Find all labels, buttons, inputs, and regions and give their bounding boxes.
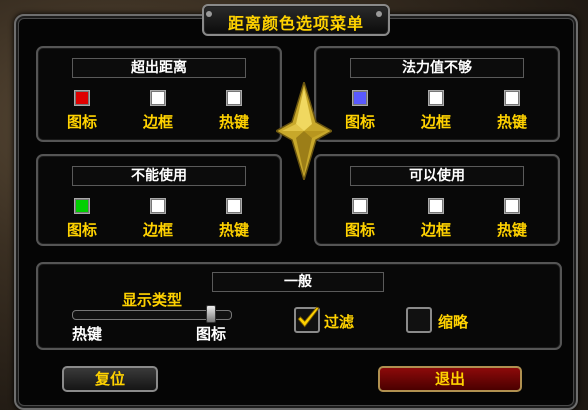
- option-label: 边框: [142, 221, 173, 239]
- option-label: 图标: [66, 221, 97, 239]
- color-swatch[interactable]: [428, 90, 444, 106]
- color-swatch[interactable]: [226, 90, 242, 106]
- option-icon[interactable]: 图标: [328, 90, 392, 132]
- option-label: 热键: [496, 221, 527, 239]
- color-swatch[interactable]: [74, 198, 90, 214]
- option-hotkey[interactable]: 热键: [480, 198, 544, 240]
- slider-left-label: 热键: [72, 325, 103, 343]
- color-swatch[interactable]: [150, 90, 166, 106]
- option-label: 边框: [142, 113, 173, 131]
- dialog-title: 距离颜色选项菜单: [227, 14, 364, 33]
- compact-label: 缩略: [438, 313, 469, 331]
- option-label: 边框: [420, 221, 451, 239]
- slider-right-label: 图标: [196, 325, 227, 343]
- option-hotkey[interactable]: 热键: [480, 90, 544, 132]
- color-swatch[interactable]: [352, 90, 368, 106]
- color-swatch[interactable]: [352, 198, 368, 214]
- option-label: 热键: [496, 113, 527, 131]
- checkmark-icon: [297, 306, 320, 328]
- color-swatch[interactable]: [226, 198, 242, 214]
- option-icon[interactable]: 图标: [50, 198, 114, 240]
- slider-thumb[interactable]: [206, 305, 217, 323]
- option-label: 图标: [344, 221, 375, 239]
- dialog-titlebar: 距离颜色选项菜单: [202, 4, 390, 36]
- color-swatch[interactable]: [504, 198, 520, 214]
- option-icon[interactable]: 图标: [50, 90, 114, 132]
- rivet-icon: [206, 11, 212, 17]
- panel-title: 法力值不够: [350, 58, 524, 78]
- reset-button[interactable]: 复位: [62, 366, 158, 392]
- color-swatch[interactable]: [504, 90, 520, 106]
- filter-label: 过滤: [324, 313, 355, 331]
- panel-title: 超出距离: [72, 58, 246, 78]
- panel-unusable: 不能使用 图标 边框 热键: [36, 154, 282, 246]
- panel-usable: 可以使用 图标 边框 热键: [314, 154, 560, 246]
- color-swatch[interactable]: [428, 198, 444, 214]
- color-swatch[interactable]: [74, 90, 90, 106]
- panel-title: 不能使用: [72, 166, 246, 186]
- option-border[interactable]: 边框: [404, 198, 468, 240]
- option-icon[interactable]: 图标: [328, 198, 392, 240]
- diamond-gem-icon: [276, 82, 332, 180]
- exit-button[interactable]: 退出: [378, 366, 522, 392]
- option-label: 图标: [66, 113, 97, 131]
- panel-out-of-range: 超出距离 图标 边框 热键: [36, 46, 282, 142]
- option-border[interactable]: 边框: [404, 90, 468, 132]
- display-type-label: 显示类型: [121, 291, 182, 309]
- compact-checkbox[interactable]: [406, 307, 432, 333]
- filter-checkbox[interactable]: [294, 306, 320, 333]
- option-hotkey[interactable]: 热键: [202, 198, 266, 240]
- option-border[interactable]: 边框: [126, 198, 190, 240]
- panel-title: 可以使用: [350, 166, 524, 186]
- option-label: 图标: [344, 113, 375, 131]
- option-border[interactable]: 边框: [126, 90, 190, 132]
- panel-not-enough-mana: 法力值不够 图标 边框 热键: [314, 46, 560, 142]
- option-label: 边框: [420, 113, 451, 131]
- color-swatch[interactable]: [150, 198, 166, 214]
- option-label: 热键: [218, 221, 249, 239]
- option-hotkey[interactable]: 热键: [202, 90, 266, 132]
- option-label: 热键: [218, 113, 249, 131]
- panel-title: 一般: [212, 272, 384, 292]
- rivet-icon: [376, 11, 382, 17]
